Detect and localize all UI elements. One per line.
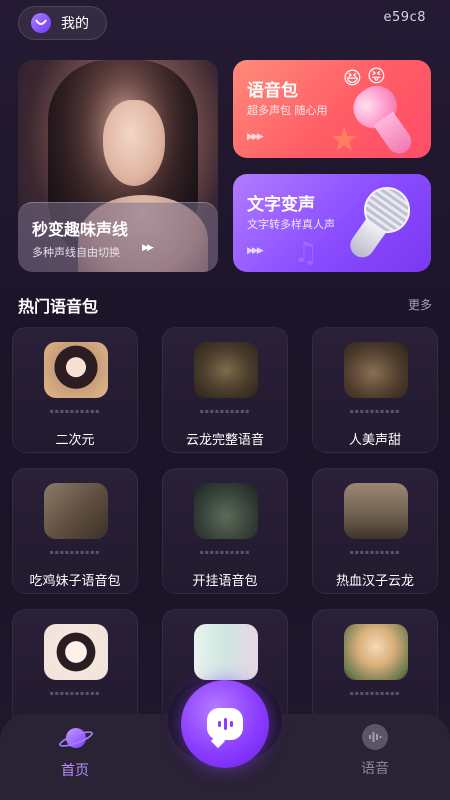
jungle-soldier-thumbnail [194, 483, 258, 539]
waveform-dots: ▪▪▪▪▪▪▪▪▪▪ [199, 408, 251, 415]
waveform-dots: ▪▪▪▪▪▪▪▪▪▪ [49, 408, 101, 415]
voice-pack-tile[interactable]: ▪▪▪▪▪▪▪▪▪▪ 热血汉子云龙 [312, 468, 438, 594]
hero-title: 秒变趣味声线 [32, 220, 129, 239]
text-change-title: 文字变声 [247, 195, 315, 215]
section-title: 热门语音包 [18, 297, 99, 316]
nav-tab-home[interactable]: 首页 [50, 720, 100, 780]
voice-pack-name: 开挂语音包 [192, 574, 258, 589]
star-icon: ★ [329, 120, 360, 158]
voice-pack-subtitle: 超多声包 随心用 [247, 104, 328, 117]
blonde-woman-thumbnail [344, 624, 408, 680]
hero-subtitle: 多种声线自由切换 [32, 246, 120, 259]
waveform-dots: ▪▪▪▪▪▪▪▪▪▪ [349, 549, 401, 556]
voice-pack-play-icon: ▶▶▶ [247, 132, 264, 142]
soldier-thumbnail [194, 342, 258, 398]
mine-button[interactable]: 我的 [18, 6, 107, 40]
nav-voice-label: 语音 [361, 761, 389, 777]
voice-pack-name: 热血汉子云龙 [335, 574, 414, 589]
grin-emoji-icon: 😝 [367, 66, 386, 87]
voice-pack-tile[interactable]: ▪▪▪▪▪▪▪▪▪▪ 吃鸡妹子语音包 [12, 468, 138, 594]
mine-label: 我的 [61, 16, 89, 32]
hero-card[interactable]: 秒变趣味声线 多种声线自由切换 ▶▶ [18, 60, 218, 272]
voice-pack-name: 吃鸡妹子语音包 [29, 574, 121, 589]
voice-pack-name: 人美声甜 [348, 433, 401, 448]
chibi-girl-thumbnail [44, 624, 108, 680]
waveform-icon [362, 724, 388, 750]
voice-pack-card[interactable]: ★ 语音包 超多声包 随心用 ▶▶▶ 😆 😝 [233, 60, 431, 158]
waveform-dots: ▪▪▪▪▪▪▪▪▪▪ [49, 690, 101, 697]
voice-pack-name: 云龙完整语音 [185, 433, 264, 448]
hero-portrait-face [103, 100, 165, 186]
chat-bubble-icon [207, 708, 243, 740]
voice-pack-tile[interactable]: ▪▪▪▪▪▪▪▪▪▪ 开挂语音包 [162, 468, 288, 594]
voice-pack-tile[interactable]: ▪▪▪▪▪▪▪▪▪▪ 二次元 [12, 327, 138, 453]
waveform-dots: ▪▪▪▪▪▪▪▪▪▪ [349, 408, 401, 415]
header-code: e59c8 [383, 10, 426, 25]
music-note-icon: ♫ [293, 236, 319, 269]
voice-pack-tile[interactable]: ▪▪▪▪▪▪▪▪▪▪ 人美声甜 [312, 327, 438, 453]
waveform-dots: ▪▪▪▪▪▪▪▪▪▪ [199, 549, 251, 556]
waveform-dots: ▪▪▪▪▪▪▪▪▪▪ [349, 690, 401, 697]
text-change-play-icon: ▶▶▶ [247, 246, 264, 256]
laughing-emoji-icon: 😆 [343, 68, 362, 89]
soldier-aiming-thumbnail [344, 342, 408, 398]
hero-play-icon: ▶▶ [142, 243, 154, 253]
planet-icon [57, 720, 95, 754]
nav-home-label: 首页 [61, 763, 89, 779]
text-change-subtitle: 文字转多样真人声 [247, 218, 335, 231]
voice-pack-tile[interactable]: ▪▪▪▪▪▪▪▪▪▪ 云龙完整语音 [162, 327, 288, 453]
chibi-pair-thumbnail [194, 624, 258, 680]
silver-microphone-icon [335, 178, 430, 272]
voice-pack-title: 语音包 [247, 81, 298, 101]
voice-pack-name: 二次元 [55, 433, 95, 448]
voice-chat-fab[interactable] [181, 680, 269, 768]
more-link[interactable]: 更多 [408, 296, 432, 313]
waveform-dots: ▪▪▪▪▪▪▪▪▪▪ [49, 549, 101, 556]
anime-girl-thumbnail [44, 342, 108, 398]
squad-thumbnail [344, 483, 408, 539]
gun-girl-thumbnail [44, 483, 108, 539]
text-change-card[interactable]: ♫ 文字变声 文字转多样真人声 ▶▶▶ [233, 174, 431, 272]
nav-tab-voice[interactable]: 语音 [350, 720, 400, 778]
user-icon [31, 13, 51, 33]
